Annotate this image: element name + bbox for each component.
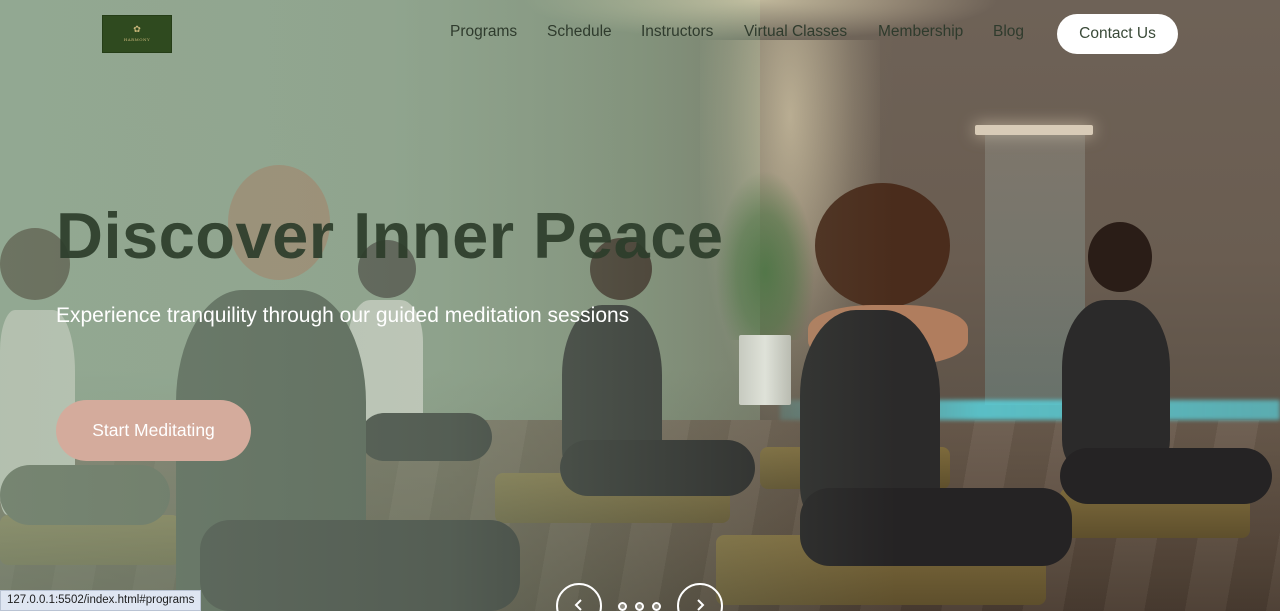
hero-subtitle: Experience tranquility through our guide… (56, 304, 630, 327)
contact-us-button[interactable]: Contact Us (1057, 14, 1178, 54)
status-bar-url: 127.0.0.1:5502/index.html#programs (0, 590, 202, 611)
logo-text: HARMONY (123, 37, 151, 42)
slider-dot-1[interactable] (618, 602, 627, 611)
nav-link-virtual-classes[interactable]: Virtual Classes (744, 23, 847, 41)
slider-dot-2[interactable] (635, 602, 644, 611)
nav-link-membership[interactable]: Membership (878, 23, 963, 41)
nav-link-instructors[interactable]: Instructors (641, 23, 713, 41)
lotus-icon: ✿ (133, 25, 141, 35)
chevron-left-icon (572, 597, 586, 611)
nav-link-programs[interactable]: Programs (450, 23, 517, 41)
hero-title: Discover Inner Peace (56, 199, 724, 272)
nav-link-schedule[interactable]: Schedule (547, 23, 612, 41)
top-navbar: ✿ HARMONY Programs Schedule Instructors … (0, 0, 1280, 66)
slider-dot-3[interactable] (652, 602, 661, 611)
chevron-right-icon (693, 597, 707, 611)
brand-logo[interactable]: ✿ HARMONY (102, 15, 172, 53)
nav-link-blog[interactable]: Blog (993, 23, 1024, 41)
start-meditating-button[interactable]: Start Meditating (56, 400, 251, 461)
